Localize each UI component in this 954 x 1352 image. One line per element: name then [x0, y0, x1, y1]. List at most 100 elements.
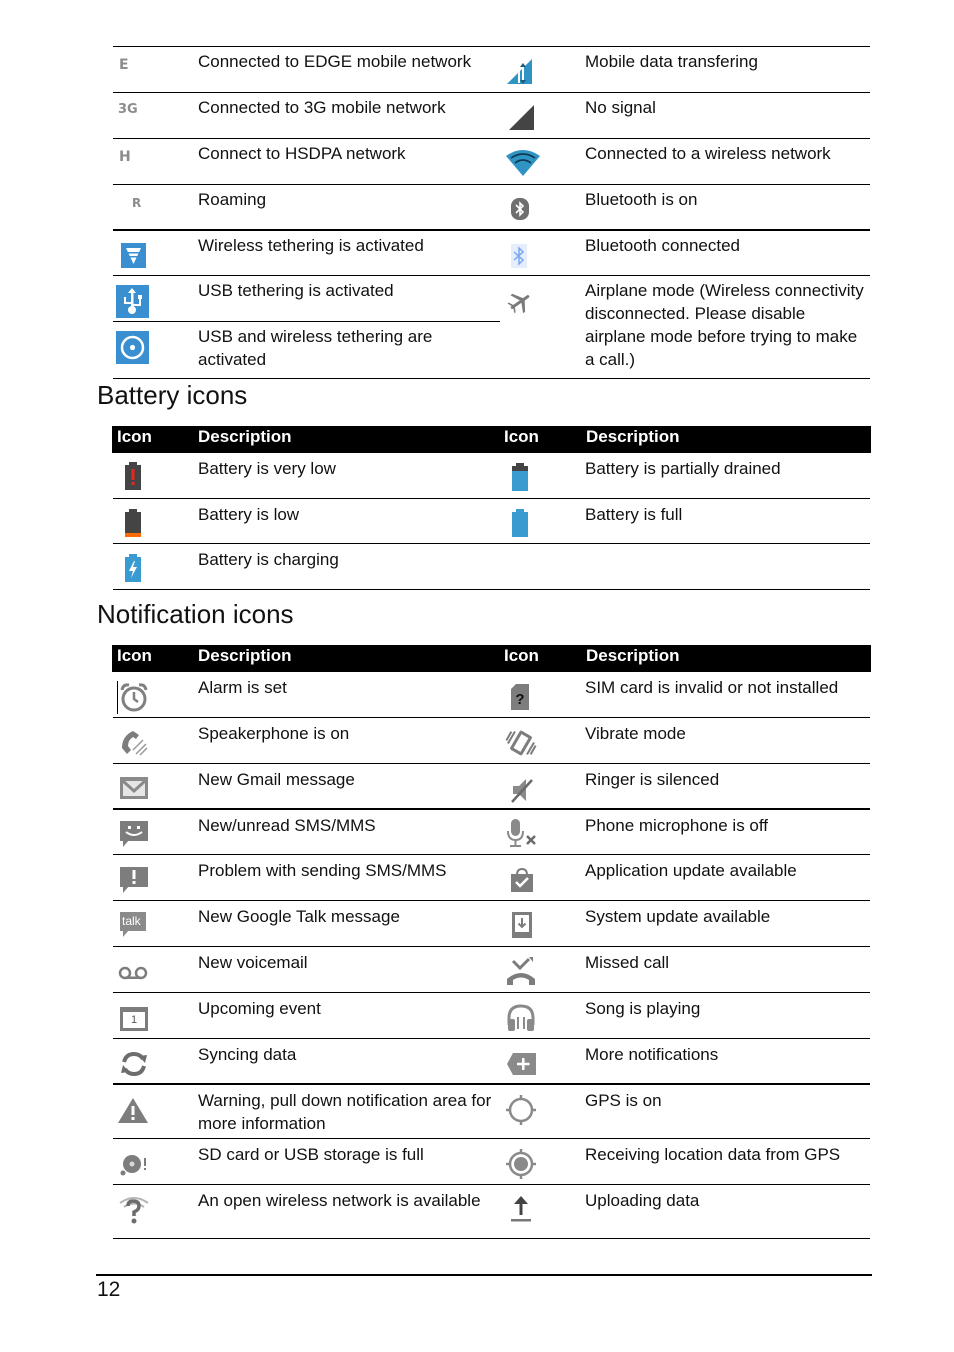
description: Battery is full — [585, 505, 683, 524]
header-icon: Icon — [117, 427, 152, 446]
description: Uploading data — [585, 1191, 700, 1210]
description: Mobile data transfering — [585, 52, 758, 71]
description: Wireless tethering is activated — [198, 236, 424, 255]
description: System update available — [585, 907, 771, 926]
description: No signal — [585, 98, 656, 117]
gps-on-icon — [505, 1093, 537, 1127]
usb-wireless-tethering-icon — [116, 331, 149, 364]
table-row: New Gmail message Ringer is silenced — [113, 764, 870, 810]
google-talk-label: talk — [122, 914, 141, 928]
table-row: SD card or USB storage is full Receiving… — [113, 1139, 870, 1185]
description: Song is playing — [585, 999, 701, 1018]
description: Battery is partially drained — [585, 459, 781, 478]
missed-call-icon — [505, 957, 537, 987]
description: SD card or USB storage is full — [198, 1145, 424, 1164]
section-title-notification: Notification icons — [97, 599, 294, 629]
vibrate-icon — [505, 728, 537, 758]
upload-icon — [510, 1195, 532, 1223]
table-row: 3G Connected to 3G mobile network No sig… — [113, 93, 870, 139]
description: More notifications — [585, 1045, 719, 1064]
sms-icon — [119, 819, 149, 849]
footer-rule — [96, 1274, 872, 1276]
table-row: An open wireless network is available Up… — [113, 1185, 870, 1239]
alarm-icon — [119, 682, 149, 712]
battery-low-icon — [124, 509, 142, 537]
description: Speakerphone is on — [198, 724, 350, 743]
description: Upcoming event — [198, 999, 321, 1018]
mic-off-icon — [505, 818, 539, 848]
usb-tethering-icon — [116, 285, 149, 318]
table-row: H Connect to HSDPA network Connected to … — [113, 139, 870, 185]
table-row: talk New Google Talk message System upda… — [113, 901, 870, 947]
header-icon: Icon — [504, 427, 539, 446]
gps-receiving-icon — [505, 1147, 537, 1181]
table-row: Warning, pull down notification area for… — [113, 1085, 870, 1139]
description: Problem with sending SMS/MMS — [198, 861, 447, 880]
app-update-icon — [509, 867, 535, 893]
table-row: 1 Upcoming event Song is playing — [113, 993, 870, 1039]
3g-icon: 3G — [118, 102, 138, 117]
table-row: USB tethering is activated USB and wirel… — [113, 276, 870, 379]
description: Vibrate mode — [585, 724, 686, 743]
description: Receiving location data from GPS — [585, 1145, 841, 1164]
header-icon: Icon — [117, 646, 152, 665]
description: Connect to HSDPA network — [198, 144, 406, 163]
description: New Google Talk message — [198, 907, 400, 926]
description: Application update available — [585, 861, 797, 880]
no-signal-icon — [507, 103, 535, 131]
wifi-icon — [505, 147, 541, 177]
description: Missed call — [585, 953, 670, 972]
description: New voicemail — [198, 953, 308, 972]
description: Roaming — [198, 190, 267, 209]
notification-table-header: Icon Description Icon Description — [112, 645, 871, 672]
svg-text:?: ? — [515, 691, 524, 708]
header-icon: Icon — [504, 646, 539, 665]
hsdpa-icon: H — [119, 149, 131, 165]
table-row: Battery is charging — [113, 544, 870, 590]
headphones-icon — [506, 1003, 536, 1033]
wireless-tethering-icon — [121, 243, 146, 268]
cursor-line — [117, 681, 118, 714]
table-row: Battery is low Battery is full — [113, 499, 870, 544]
battery-table: Battery is very low Battery is partially… — [113, 453, 870, 590]
system-update-icon — [511, 911, 533, 939]
description: Battery is charging — [198, 550, 339, 569]
status-icons-table: E Connected to EDGE mobile network Mobil… — [113, 47, 870, 379]
description: Ringer is silenced — [585, 770, 720, 789]
sim-invalid-icon: ? — [511, 684, 529, 710]
header-description: Description — [586, 427, 680, 446]
description: SIM card is invalid or not installed — [585, 678, 839, 697]
warning-icon — [117, 1096, 149, 1124]
battery-table-header: Icon Description Icon Description — [112, 426, 871, 453]
description: New Gmail message — [198, 770, 355, 789]
notification-table: Alarm is set ? SIM card is invalid or no… — [113, 672, 870, 1239]
table-row: Problem with sending SMS/MMS Application… — [113, 855, 870, 901]
gmail-icon — [119, 776, 149, 800]
description: Battery is very low — [198, 459, 336, 478]
page-number: 12 — [97, 1278, 121, 1301]
description: USB tethering is activated — [198, 281, 394, 300]
battery-charging-icon — [124, 554, 142, 582]
table-row: New/unread SMS/MMS Phone microphone is o… — [113, 810, 870, 855]
header-description: Description — [586, 646, 680, 665]
battery-very-low-icon — [124, 462, 142, 490]
battery-partially-drained-icon — [511, 463, 529, 491]
edge-icon: E — [119, 57, 129, 73]
bluetooth-connected-icon — [511, 244, 527, 268]
table-row: Wireless tethering is activated Bluetoot… — [113, 231, 870, 276]
description: Connected to EDGE mobile network — [198, 52, 472, 71]
table-row: Syncing data More notifications — [113, 1039, 870, 1085]
description: Phone microphone is off — [585, 816, 769, 835]
google-talk-icon: talk — [119, 911, 149, 939]
table-row: R Roaming Bluetooth is on — [113, 185, 870, 231]
table-row: Battery is very low Battery is partially… — [113, 453, 870, 499]
section-title-battery: Battery icons — [97, 380, 248, 410]
description: Warning, pull down notification area for… — [198, 1091, 492, 1133]
description: Airplane mode (Wireless connectivity dis… — [585, 281, 864, 369]
table-row: Speakerphone is on Vibrate mode — [113, 718, 870, 764]
calendar-icon: 1 — [119, 1006, 149, 1032]
voicemail-icon — [118, 966, 148, 980]
airplane-icon — [507, 289, 533, 315]
sms-problem-icon — [119, 865, 149, 895]
header-description: Description — [198, 646, 292, 665]
